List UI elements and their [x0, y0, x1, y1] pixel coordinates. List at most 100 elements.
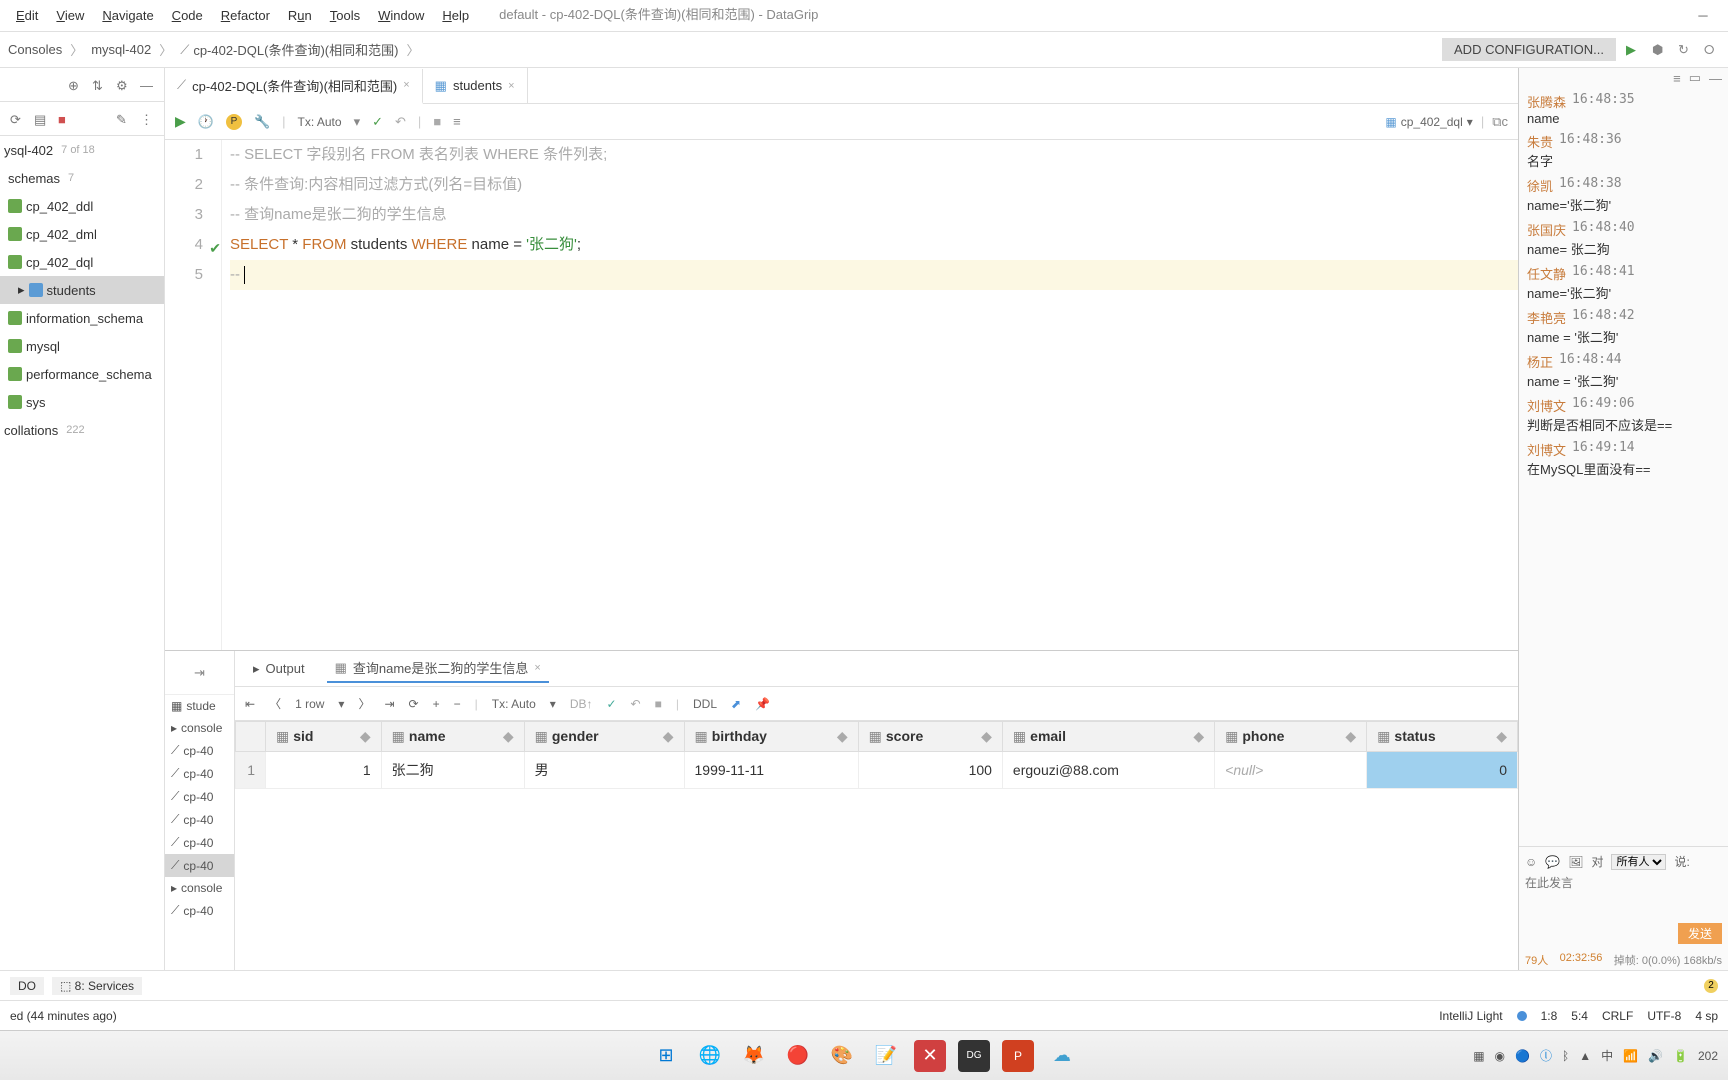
emoji-icon[interactable]: ☺	[1525, 855, 1537, 869]
side-item[interactable]: ⟋ cp-40	[165, 762, 234, 785]
rollback-icon[interactable]: ↶	[395, 114, 406, 130]
collapse-icon[interactable]: ⇥	[165, 661, 234, 685]
wifi-icon[interactable]: 📶	[1623, 1049, 1638, 1063]
chat-input[interactable]	[1525, 874, 1722, 920]
data-row[interactable]: 1 1 张二狗 男 1999-11-11 100 ergouzi@88.com …	[236, 752, 1518, 789]
commit-icon[interactable]: ✓	[372, 114, 383, 130]
target-icon[interactable]: ⊕	[68, 78, 82, 92]
debug-icon[interactable]: ⬢	[1652, 42, 1668, 58]
pin-icon[interactable]: 📌	[755, 697, 770, 711]
result-grid[interactable]: ▦sid◆ ▦name◆ ▦gender◆ ▦birthday◆ ▦score◆…	[235, 721, 1518, 970]
app-icon[interactable]: 📝	[870, 1040, 902, 1072]
stop-red-icon[interactable]: ■	[58, 112, 72, 126]
tree-info-schema[interactable]: information_schema	[0, 304, 164, 332]
start-icon[interactable]: ⊞	[650, 1040, 682, 1072]
services-tab[interactable]: ⬚ 8: Services	[52, 977, 142, 995]
cursor-position[interactable]: 1:8	[1541, 1009, 1558, 1023]
cell-score[interactable]: 100	[858, 752, 1002, 789]
next-page-icon[interactable]: 〉	[358, 695, 370, 712]
schema-selector[interactable]: ▦ cp_402_dql▾	[1385, 115, 1472, 129]
remove-row-icon[interactable]: −	[454, 697, 461, 711]
minimize-button[interactable]: ─	[1696, 9, 1710, 23]
bluetooth-icon[interactable]: ᛒ	[1562, 1049, 1569, 1063]
dots-icon[interactable]: ⋮	[140, 112, 154, 126]
cell-email[interactable]: ergouzi@88.com	[1002, 752, 1214, 789]
menu-window[interactable]: Window	[370, 4, 432, 27]
side-item[interactable]: ⟋ cp-40	[165, 739, 234, 762]
commit-icon[interactable]: ✓	[606, 697, 616, 711]
todo-tab[interactable]: DO	[10, 977, 44, 995]
firefox-icon[interactable]: 🦊	[738, 1040, 770, 1072]
cell-sid[interactable]: 1	[266, 752, 382, 789]
side-item[interactable]: ⟋ cp-40	[165, 785, 234, 808]
app-icon[interactable]: ☁	[1046, 1040, 1078, 1072]
cell-phone[interactable]: <null>	[1215, 752, 1367, 789]
layout-icon[interactable]: ≡	[453, 114, 461, 129]
refresh-icon[interactable]: ⟳	[10, 112, 24, 126]
tx-mode[interactable]: Tx: Auto	[298, 115, 342, 129]
tree-dql[interactable]: cp_402_dql	[0, 248, 164, 276]
close-icon[interactable]: ×	[534, 662, 540, 674]
chat-messages[interactable]: 张腾森16:48:35name朱贵16:48:36名字徐凯16:48:38nam…	[1519, 88, 1728, 846]
export-icon[interactable]: ⬈	[731, 697, 741, 711]
cell-gender[interactable]: 男	[524, 752, 684, 789]
col-email[interactable]: ▦email◆	[1002, 722, 1214, 752]
side-item[interactable]: ▸ console	[165, 717, 234, 739]
layout-icon[interactable]: ▭	[1689, 70, 1701, 86]
col-sid[interactable]: ▦sid◆	[266, 722, 382, 752]
app-icon[interactable]: 🎨	[826, 1040, 858, 1072]
prev-page-icon[interactable]: 〈	[269, 695, 281, 712]
menu-refactor[interactable]: Refactor	[213, 4, 278, 27]
chat-icon[interactable]: 💬	[1545, 855, 1560, 869]
menu-icon[interactable]: ≡	[1673, 71, 1681, 86]
col-name[interactable]: ▦name◆	[381, 722, 524, 752]
tree-students[interactable]: ▸students	[0, 276, 164, 304]
query-result-tab[interactable]: ▦查询name是张二狗的学生信息×	[327, 654, 549, 683]
gear-icon[interactable]: ⚙	[116, 78, 130, 92]
image-icon[interactable]: 🖼	[1568, 855, 1583, 869]
app-icon[interactable]: ✕	[914, 1040, 946, 1072]
col-phone[interactable]: ▦phone◆	[1215, 722, 1367, 752]
col-status[interactable]: ▦status◆	[1367, 722, 1518, 752]
tab-students[interactable]: ▦ students ×	[423, 68, 528, 103]
volume-icon[interactable]: 🔊	[1648, 1049, 1663, 1063]
indent[interactable]: 4 sp	[1695, 1009, 1718, 1023]
side-item[interactable]: ⟋ cp-40	[165, 808, 234, 831]
add-row-icon[interactable]: +	[433, 697, 440, 711]
tree-perf[interactable]: performance_schema	[0, 360, 164, 388]
cancel-icon[interactable]: ■	[655, 697, 662, 711]
edge-icon[interactable]: 🌐	[694, 1040, 726, 1072]
output-tab[interactable]: ▸Output	[245, 657, 313, 681]
add-configuration-button[interactable]: ADD CONFIGURATION...	[1442, 38, 1616, 61]
side-item[interactable]: ▦ stude	[165, 695, 234, 717]
cell-birthday[interactable]: 1999-11-11	[684, 752, 858, 789]
crumb-file[interactable]: cp-402-DQL(条件查询)(相同和范围)	[193, 40, 398, 59]
code-content[interactable]: -- SELECT 字段别名 FROM 表名列表 WHERE 条件列表; -- …	[221, 140, 1518, 650]
side-item[interactable]: ⟋ cp-40	[165, 899, 234, 922]
tray-icon[interactable]: ▲	[1579, 1049, 1591, 1063]
session-icon[interactable]: ⧉c	[1492, 114, 1508, 130]
cell-status[interactable]: 0	[1367, 752, 1518, 789]
col-birthday[interactable]: ▦birthday◆	[684, 722, 858, 752]
wrench-icon[interactable]: 🔧	[254, 114, 270, 130]
tx-mode[interactable]: Tx: Auto	[492, 697, 536, 711]
tree-sys[interactable]: sys	[0, 388, 164, 416]
encoding[interactable]: UTF-8	[1647, 1009, 1681, 1023]
menu-run[interactable]: Run	[280, 4, 320, 27]
battery-icon[interactable]: 🔋	[1673, 1049, 1688, 1063]
tray-icon[interactable]: ▦	[1473, 1049, 1484, 1063]
run-icon[interactable]: ▶	[1626, 42, 1642, 58]
ddl-button[interactable]: DDL	[693, 697, 717, 711]
target-select[interactable]: 所有人	[1611, 854, 1666, 870]
theme-indicator[interactable]: IntelliJ Light	[1439, 1009, 1502, 1023]
cancel-icon[interactable]: ■	[433, 114, 441, 129]
crumb-consoles[interactable]: Consoles	[8, 42, 62, 57]
line-separator[interactable]: CRLF	[1602, 1009, 1633, 1023]
col-score[interactable]: ▦score◆	[858, 722, 1002, 752]
crumb-mysql[interactable]: mysql-402	[91, 42, 151, 57]
menu-navigate[interactable]: Navigate	[94, 4, 161, 27]
more-icon[interactable]: ⭘	[1704, 42, 1720, 58]
datagrip-icon[interactable]: DG	[958, 1040, 990, 1072]
tab-dql-file[interactable]: ⟋ cp-402-DQL(条件查询)(相同和范围) ×	[165, 69, 423, 104]
tree-dml[interactable]: cp_402_dml	[0, 220, 164, 248]
